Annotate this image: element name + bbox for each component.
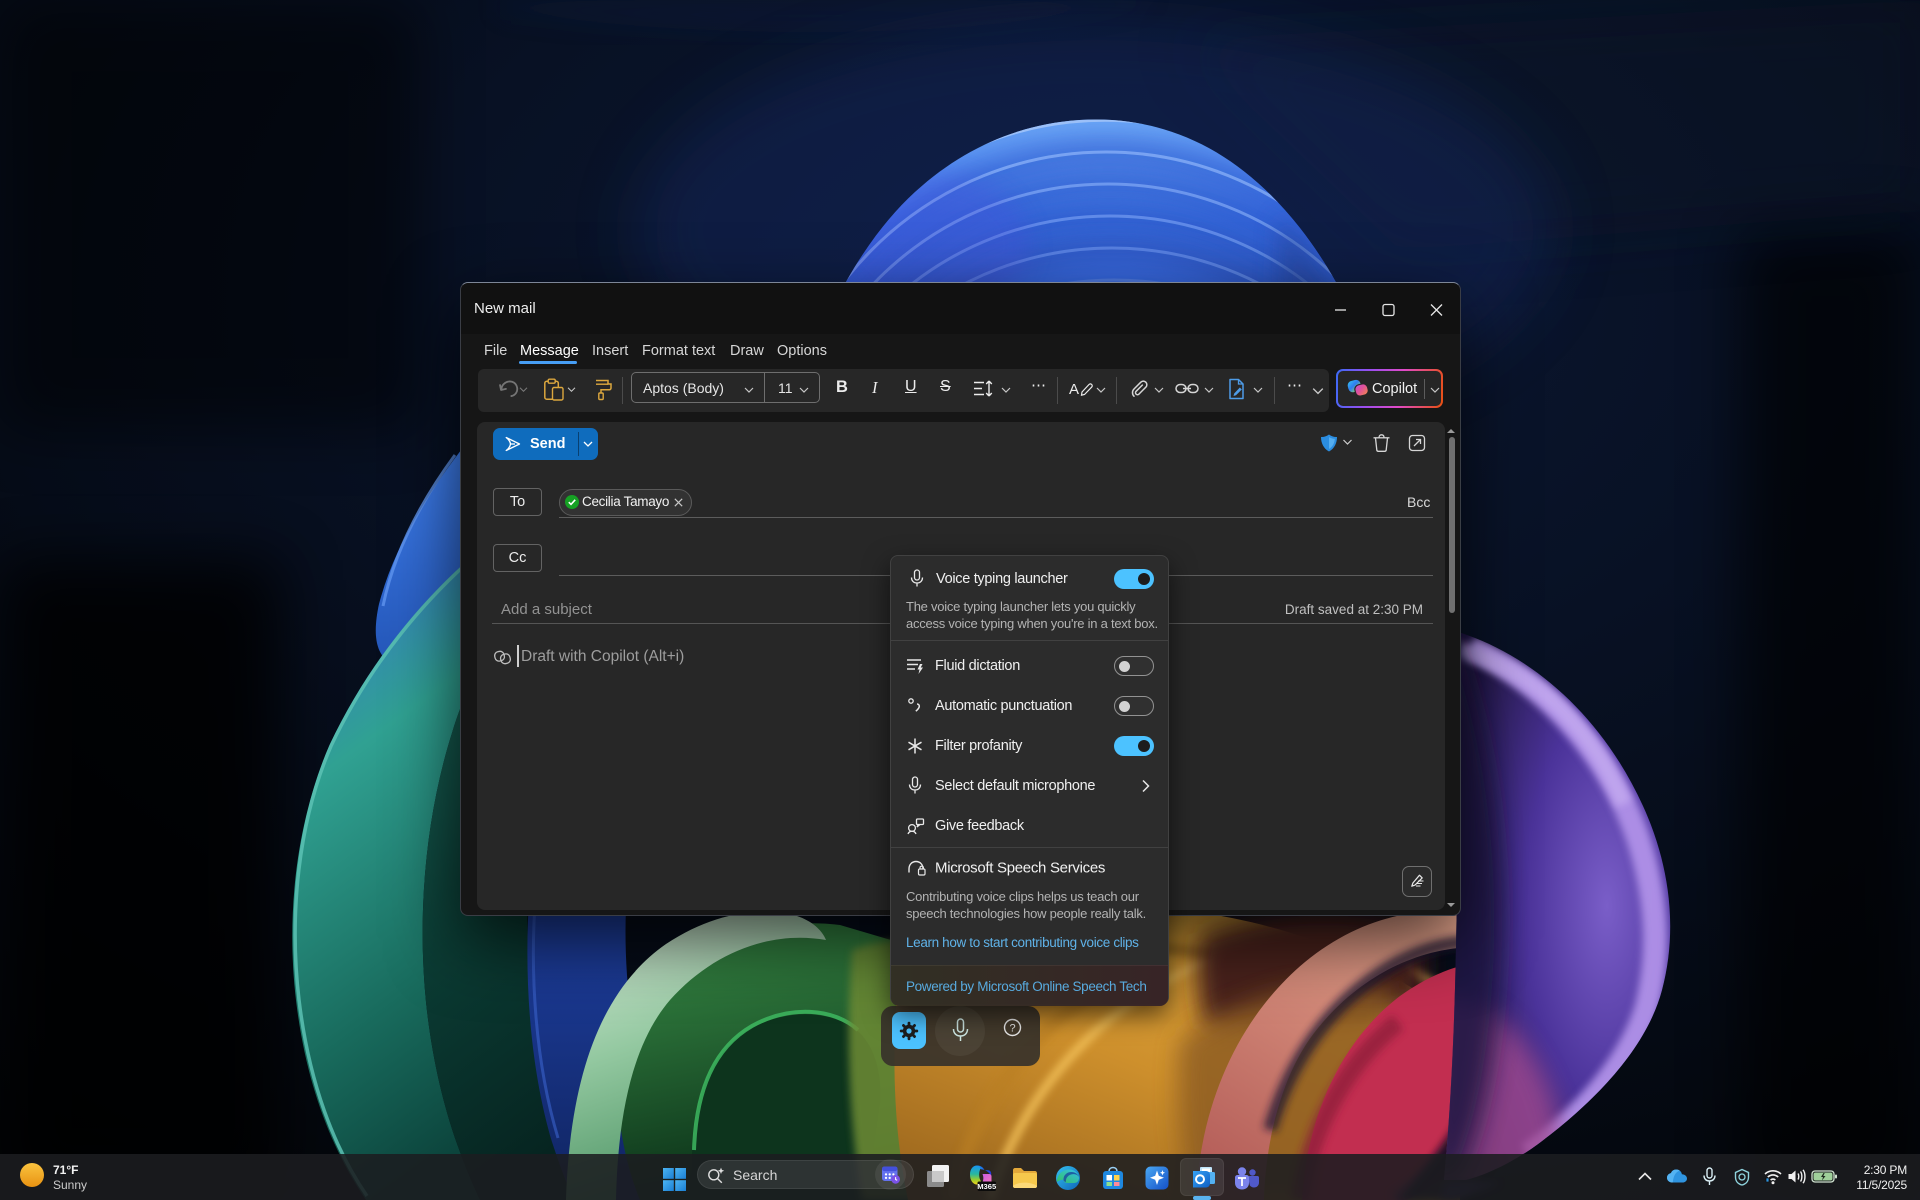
svg-text:M365: M365	[977, 1182, 996, 1191]
svg-text:A: A	[1069, 381, 1079, 398]
svg-text:?: ?	[1009, 1023, 1015, 1035]
